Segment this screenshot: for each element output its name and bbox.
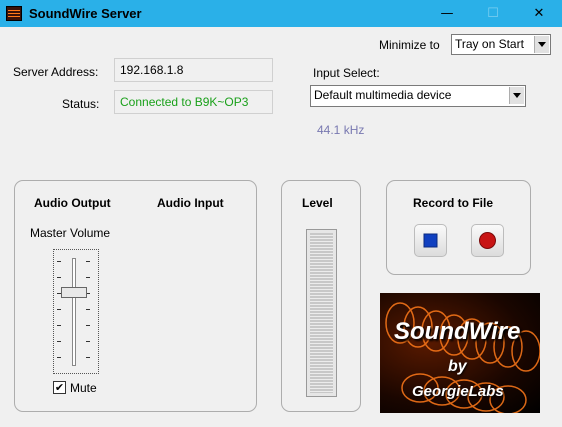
slider-tick (57, 277, 61, 278)
status-label: Status: (62, 97, 100, 111)
record-icon (479, 232, 496, 249)
logo-maker-text: GeorgieLabs (412, 383, 504, 400)
window-title: SoundWire Server (29, 6, 142, 21)
mute-label: Mute (70, 381, 97, 395)
audio-group (14, 180, 257, 412)
slider-tick (57, 341, 61, 342)
slider-tick (86, 277, 90, 278)
slider-tick (86, 357, 90, 358)
minimize-to-value: Tray on Start (455, 37, 524, 51)
master-volume-label: Master Volume (30, 226, 111, 240)
slider-tick (57, 357, 61, 358)
level-meter (306, 229, 337, 397)
minimize-to-label: Minimize to (379, 38, 440, 52)
slider-tick (86, 309, 90, 310)
stop-button[interactable] (414, 224, 447, 257)
logo-brand-text: SoundWire (394, 318, 521, 345)
tab-audio-output[interactable]: Audio Output (34, 196, 111, 210)
logo-by-text: by (448, 358, 467, 375)
stop-icon (423, 233, 438, 248)
maximize-window-button[interactable]: ☐ (470, 0, 516, 27)
master-volume-thumb[interactable] (61, 287, 87, 298)
master-volume-groove[interactable] (72, 258, 76, 366)
record-to-file-title: Record to File (413, 196, 494, 210)
tab-audio-input[interactable]: Audio Input (157, 196, 224, 210)
input-select-value: Default multimedia device (314, 88, 452, 102)
slider-tick (86, 341, 90, 342)
minimize-window-button[interactable]: — (424, 0, 470, 27)
sample-rate-text: 44.1 kHz (317, 123, 365, 137)
minimize-to-select[interactable]: Tray on Start (451, 34, 551, 55)
slider-tick (86, 261, 90, 262)
chevron-down-icon[interactable] (534, 36, 549, 53)
status-field: Connected to B9K~OP3 (114, 90, 273, 114)
record-group (386, 180, 531, 275)
soundwire-logo: SoundWire by GeorgieLabs (380, 293, 540, 413)
input-select-label: Input Select: (313, 66, 380, 80)
title-bar: SoundWire Server — ☐ ✕ (0, 0, 562, 27)
master-volume-slider-frame (53, 249, 99, 374)
slider-tick (86, 325, 90, 326)
record-button[interactable] (471, 224, 504, 257)
level-title: Level (302, 196, 333, 210)
server-address-label: Server Address: (13, 65, 99, 79)
close-window-button[interactable]: ✕ (516, 0, 562, 27)
server-address-field: 192.168.1.8 (114, 58, 273, 82)
slider-tick (57, 261, 61, 262)
mute-checkbox[interactable]: ✔ (53, 381, 66, 394)
chevron-down-icon[interactable] (509, 87, 524, 104)
slider-tick (57, 309, 61, 310)
slider-tick (57, 325, 61, 326)
input-select-dropdown[interactable]: Default multimedia device (310, 85, 526, 107)
app-icon (6, 6, 22, 21)
